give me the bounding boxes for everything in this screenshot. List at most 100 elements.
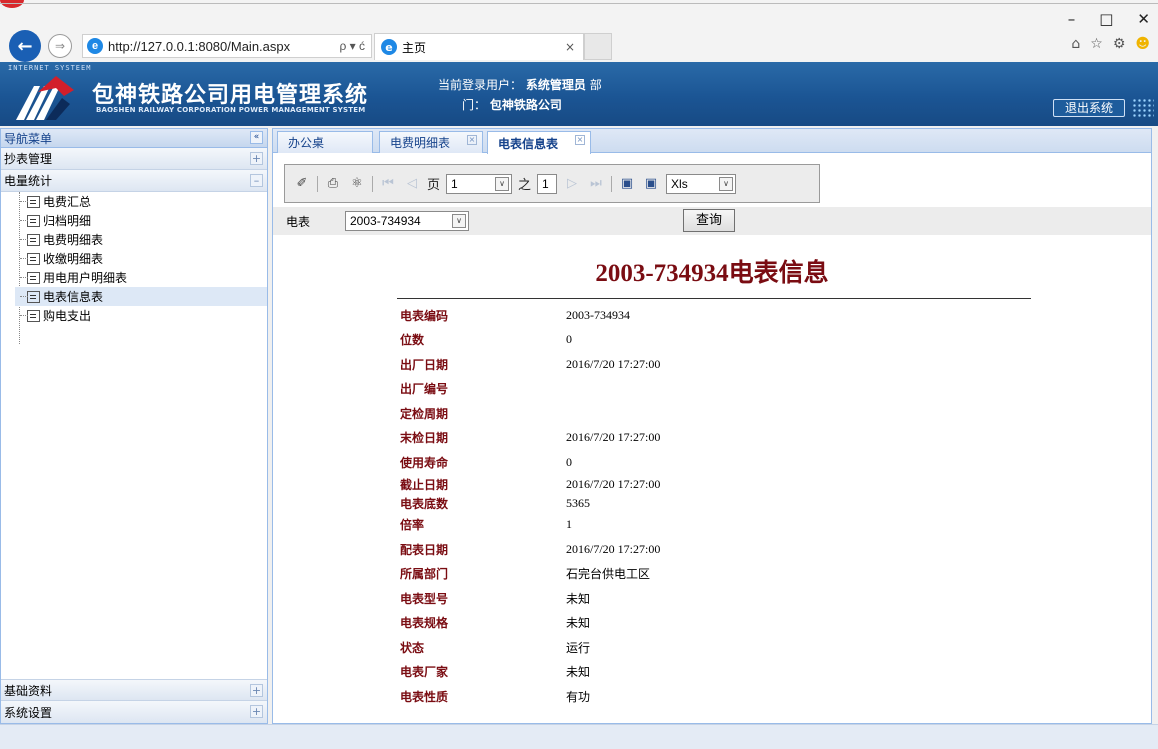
gear-icon[interactable]: ⚙ bbox=[1113, 36, 1126, 52]
railway-logo-icon bbox=[16, 76, 74, 120]
maximize-icon[interactable]: □ bbox=[1099, 10, 1113, 28]
browser-tools: ⌂ ☆ ⚙ ☻ bbox=[1071, 36, 1150, 52]
app-logo-icon bbox=[0, 0, 24, 8]
next-page-icon[interactable]: ▷ bbox=[563, 176, 581, 192]
field-label: 出厂编号 bbox=[400, 382, 449, 397]
report-row: 位数 0 bbox=[400, 328, 960, 353]
home-icon[interactable]: ⌂ bbox=[1071, 36, 1080, 52]
sidebar-item-meter-info[interactable]: 电表信息表 bbox=[15, 287, 267, 306]
export-icon[interactable]: ▣ bbox=[642, 176, 660, 192]
nav-header: 导航菜单 « bbox=[1, 129, 267, 148]
report-row: 电表性质 有功 bbox=[400, 684, 960, 709]
field-label: 配表日期 bbox=[400, 542, 449, 557]
user-name: 系统管理员 bbox=[525, 78, 586, 92]
expand-icon[interactable]: + bbox=[250, 705, 263, 718]
meter-label: 电表 bbox=[286, 215, 311, 229]
sidebar-item-fee-summary[interactable]: 电费汇总 bbox=[15, 192, 267, 211]
star-icon[interactable]: ☆ bbox=[1090, 36, 1103, 52]
print-preview-icon[interactable]: ⚛ bbox=[348, 176, 366, 192]
field-label: 截止日期 bbox=[400, 477, 449, 492]
report-row: 出厂日期 2016/7/20 17:27:00 bbox=[400, 352, 960, 377]
sidebar-item-user-detail[interactable]: 用电用户明细表 bbox=[15, 268, 267, 287]
smiley-icon[interactable]: ☻ bbox=[1135, 36, 1150, 52]
meter-select[interactable]: 2003-734934 ∨ bbox=[345, 211, 469, 231]
report-node-icon bbox=[27, 233, 40, 246]
tab-desktop[interactable]: 办公桌 bbox=[277, 131, 373, 153]
field-value: 未知 bbox=[566, 665, 591, 680]
browser-tab[interactable]: e 主页 × bbox=[374, 33, 584, 60]
nav-section-label: 基础资料 bbox=[4, 683, 53, 698]
sidebar-item-payment-detail[interactable]: 收缴明细表 bbox=[15, 249, 267, 268]
report-row: 出厂编号 bbox=[400, 377, 960, 402]
nav-section-system-settings[interactable]: 系统设置 + bbox=[1, 701, 267, 723]
tab-close-icon[interactable]: × bbox=[565, 40, 575, 54]
collapse-nav-icon[interactable]: « bbox=[250, 131, 263, 144]
user-label: 当前登录用户： bbox=[438, 78, 523, 92]
window-controls: – □ ✕ bbox=[1068, 10, 1150, 28]
new-tab-button[interactable] bbox=[584, 33, 612, 60]
tab-close-icon[interactable]: × bbox=[575, 135, 585, 145]
field-value: 2003-734934 bbox=[566, 307, 630, 322]
logout-button[interactable]: 退出系统 bbox=[1053, 99, 1125, 117]
report-node-icon bbox=[27, 195, 40, 208]
field-value: 2016/7/20 17:27:00 bbox=[566, 541, 661, 556]
arrow-right-icon: ⇒ bbox=[54, 39, 66, 53]
report-row: 截止日期 2016/7/20 17:27:00 bbox=[400, 475, 960, 494]
prev-page-icon[interactable]: ◁ bbox=[403, 176, 421, 192]
tab-close-icon[interactable]: × bbox=[467, 135, 477, 145]
chevron-down-icon: ∨ bbox=[495, 176, 510, 191]
report-row: 定检周期 bbox=[400, 401, 960, 426]
page-select[interactable]: 1 ∨ bbox=[446, 173, 513, 194]
print-icon[interactable]: ⎙ bbox=[324, 176, 342, 192]
back-button[interactable]: ← bbox=[9, 30, 41, 62]
report-node-icon bbox=[27, 252, 40, 265]
report-row: 配表日期 2016/7/20 17:27:00 bbox=[400, 537, 960, 562]
first-page-icon[interactable]: ⏮ bbox=[379, 176, 397, 192]
tab-label: 电表信息表 bbox=[498, 136, 559, 151]
address-bar[interactable]: e http://127.0.0.1:8080/Main.aspx ρ ▾ ć bbox=[82, 34, 372, 58]
field-value: 有功 bbox=[566, 689, 591, 704]
nav-section-power-stats[interactable]: 电量统计 – bbox=[1, 170, 267, 192]
refresh-icon[interactable]: ✐ bbox=[293, 176, 311, 192]
sidebar-item-label: 收缴明细表 bbox=[43, 252, 104, 266]
tab-fee-detail[interactable]: 电费明细表 × bbox=[379, 131, 483, 153]
minimize-icon[interactable]: – bbox=[1068, 10, 1076, 28]
chevron-down-icon: ∨ bbox=[719, 176, 734, 191]
field-label: 电表规格 bbox=[400, 616, 449, 631]
url-text[interactable]: http://127.0.0.1:8080/Main.aspx bbox=[108, 39, 290, 54]
field-label: 状态 bbox=[400, 640, 425, 655]
meter-select-value: 2003-734934 bbox=[350, 214, 421, 228]
report-row: 电表型号 未知 bbox=[400, 586, 960, 611]
expand-icon[interactable]: + bbox=[250, 684, 263, 697]
report-row: 电表底数 5365 bbox=[400, 494, 960, 513]
forward-button[interactable]: ⇒ bbox=[48, 34, 72, 58]
report-row: 倍率 1 bbox=[400, 513, 960, 538]
app-title: 包神铁路公司用电管理系统 bbox=[92, 83, 369, 108]
report-node-icon bbox=[27, 271, 40, 284]
report-row: 电表规格 未知 bbox=[400, 611, 960, 636]
expand-icon[interactable]: + bbox=[250, 152, 263, 165]
ie-icon: e bbox=[87, 38, 103, 54]
field-label: 末检日期 bbox=[400, 431, 449, 446]
export-format-select[interactable]: Xls ∨ bbox=[666, 173, 737, 194]
save-icon[interactable]: ▣ bbox=[618, 176, 636, 192]
report-rows: 电表编码 2003-734934 位数 0 出厂日期 2016/7/20 17:27:… bbox=[400, 303, 960, 709]
field-value: 0 bbox=[566, 454, 572, 469]
sidebar-item-fee-detail[interactable]: 电费明细表 bbox=[15, 230, 267, 249]
sidebar-item-archive-detail[interactable]: 归档明细 bbox=[15, 211, 267, 230]
page-label: 页 bbox=[427, 178, 441, 193]
search-refresh-icons[interactable]: ρ ▾ ć bbox=[339, 39, 371, 53]
total-pages: 1 bbox=[537, 173, 558, 194]
close-icon[interactable]: ✕ bbox=[1137, 10, 1150, 28]
field-value: 2016/7/20 17:27:00 bbox=[566, 476, 661, 491]
query-button[interactable]: 查询 bbox=[683, 209, 735, 232]
nav-section-basic-data[interactable]: 基础资料 + bbox=[1, 679, 267, 701]
nav-section-meter-reading[interactable]: 抄表管理 + bbox=[1, 148, 267, 170]
field-value: 1 bbox=[566, 517, 572, 532]
field-value: 石完台供电工区 bbox=[566, 567, 651, 582]
last-page-icon[interactable]: ⏭ bbox=[587, 176, 605, 192]
field-value: 0 bbox=[566, 332, 572, 347]
tab-meter-info[interactable]: 电表信息表 × bbox=[487, 131, 591, 154]
collapse-icon[interactable]: – bbox=[250, 174, 263, 187]
sidebar-item-purchase-expense[interactable]: 购电支出 bbox=[15, 306, 267, 325]
